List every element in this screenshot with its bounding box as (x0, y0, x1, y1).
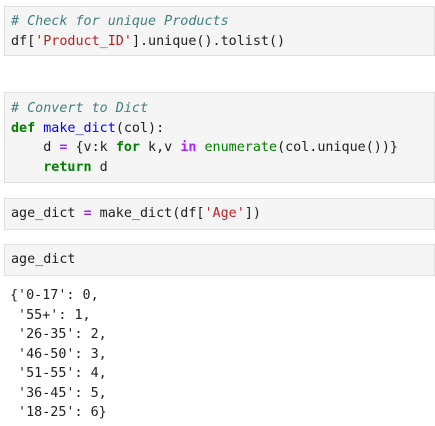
code-builtin: enumerate (204, 140, 278, 155)
output-line: '55+': 1, (10, 307, 91, 323)
code-text: (col.unique())} (277, 140, 398, 155)
code-text: (col): (115, 120, 165, 136)
output-line: '51-55': 4, (10, 366, 107, 381)
code-string: 'Age' (204, 206, 245, 221)
code-text: {v:k (67, 140, 116, 155)
code-keyword: def (11, 120, 36, 136)
code-text: df[ (11, 33, 36, 49)
code-text: k,v (140, 140, 181, 155)
code-keyword-in: in (180, 140, 197, 155)
code-cell-check-unique[interactable]: # Check for unique Products df['Product_… (4, 6, 435, 56)
code-keyword: return (43, 159, 92, 175)
code-text: ].unique().tolist() (131, 33, 286, 49)
code-text: age_dict (11, 206, 84, 221)
cell-output: {'0-17': 0, '55+': 1, '26-35': 2, '46-50… (10, 286, 107, 423)
output-line: '46-50': 3, (10, 346, 107, 362)
output-line: '18-25': 6} (10, 405, 107, 420)
code-text: d (91, 159, 108, 175)
code-text: d (43, 140, 60, 155)
code-operator: = (83, 206, 92, 221)
code-comment: # Check for unique Products (11, 14, 229, 29)
code-string: 'Product_ID' (35, 33, 132, 49)
output-line: {'0-17': 0, (10, 288, 99, 303)
output-line: '26-35': 2, (10, 327, 107, 342)
code-function-name: make_dict (43, 120, 116, 136)
code-text: make_dict(df[ (91, 206, 205, 221)
code-cell-make-dict[interactable]: # Convert to Dict def make_dict(col): d … (4, 92, 435, 183)
code-keyword: for (115, 140, 140, 155)
code-text: age_dict (11, 252, 76, 267)
code-cell-age-dict-display[interactable]: age_dict (4, 244, 435, 276)
code-comment: # Convert to Dict (11, 101, 149, 116)
code-text: ]) (244, 206, 261, 221)
code-cell-age-dict-assign[interactable]: age_dict = make_dict(df['Age']) (4, 198, 435, 230)
output-line: '36-45': 5, (10, 385, 107, 401)
